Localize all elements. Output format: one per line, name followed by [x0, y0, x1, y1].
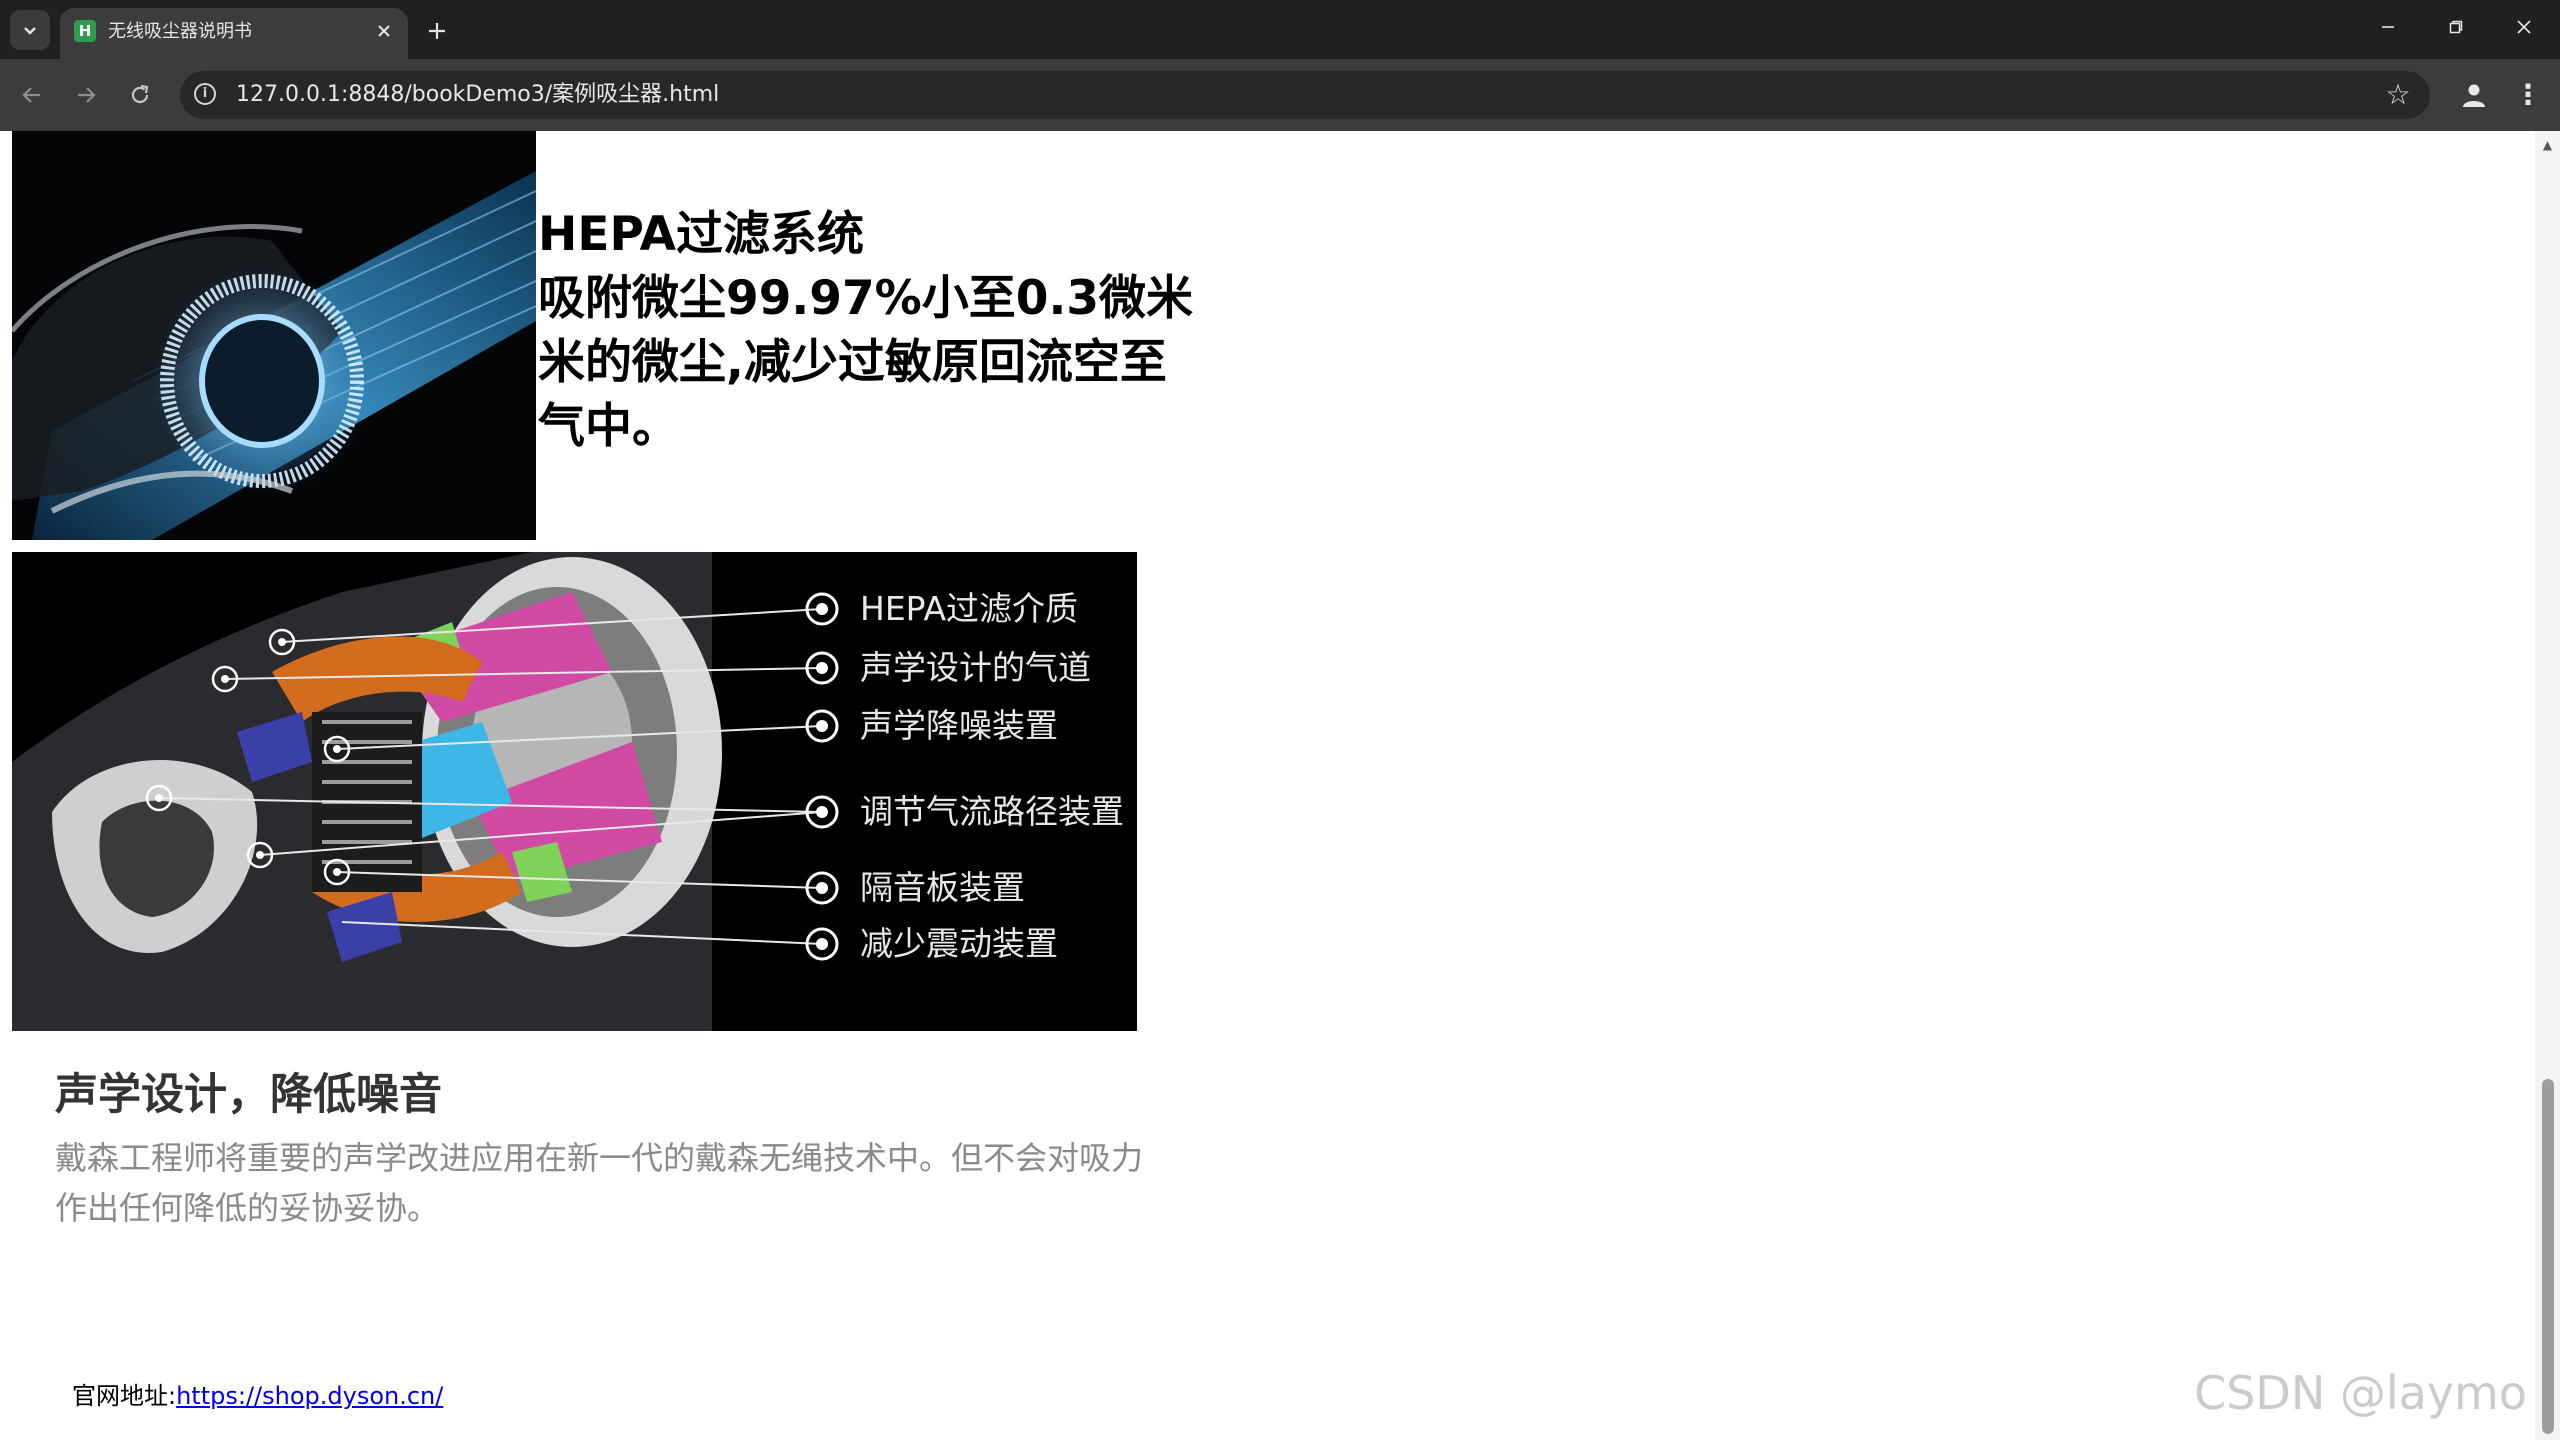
hepa-heading: HEPA过滤系统 吸附微尘99.97%小至0.3微米 米的微尘,减少过敏原回流空… [538, 203, 1198, 459]
url-text[interactable]: 127.0.0.1:8848/bookDemo3/案例吸尘器.html [236, 81, 719, 109]
hepa-heading-line: HEPA过滤系统 [538, 207, 864, 262]
tab-strip: H 无线吸尘器说明书 [0, 0, 2560, 59]
acoustic-section-description: 戴森工程师将重要的声学改进应用在新一代的戴森无绳技术中。但不会对吸力作出任何降低… [55, 1139, 1144, 1227]
profile-avatar-glyph [2463, 84, 2485, 107]
restore-icon [2449, 20, 2463, 34]
callout-airflow-path: 调节气流路径装置 [860, 792, 1124, 831]
new-tab-button[interactable] [418, 12, 456, 50]
callout-sound-baffle: 隔音板装置 [860, 868, 1025, 907]
tab-search-button[interactable] [10, 10, 50, 50]
star-icon[interactable]: ☆ [2382, 79, 2414, 111]
scrollbar-thumb[interactable] [2542, 1079, 2554, 1434]
hepa-filter-image [12, 131, 536, 540]
csdn-watermark: CSDN @laymo [2194, 1366, 2527, 1420]
kebab-menu-icon[interactable]: ⋮ [2510, 77, 2546, 113]
minimize-button[interactable] [2358, 6, 2418, 52]
tab-close-button[interactable] [372, 20, 396, 44]
favicon-icon: H [74, 20, 96, 42]
official-site-label: 官网地址: [72, 1382, 177, 1410]
tab-title: 无线吸尘器说明书 [108, 21, 252, 42]
close-icon [378, 25, 390, 37]
official-site-link[interactable]: https://shop.dyson.cn/ [176, 1382, 443, 1410]
arrow-left-icon [22, 87, 40, 103]
official-site-footer: 官网地址:https://shop.dyson.cn/ [72, 1379, 443, 1413]
browser-toolbar: i 127.0.0.1:8848/bookDemo3/案例吸尘器.html ☆ … [0, 59, 2560, 131]
arrow-right-icon [78, 87, 96, 103]
callout-hepa-media: HEPA过滤介质 [860, 589, 1079, 628]
vertical-scrollbar[interactable]: ▲ [2535, 131, 2560, 1440]
info-icon[interactable]: i [194, 83, 216, 105]
hepa-filter-illustration [12, 131, 536, 540]
callout-noise-reduction: 声学降噪装置 [860, 706, 1058, 745]
reload-icon [131, 84, 149, 104]
callout-acoustic-airway: 声学设计的气道 [860, 648, 1091, 687]
hepa-heading-line: 气中。 [538, 399, 679, 454]
back-button[interactable] [12, 75, 52, 115]
hepa-heading-line: 吸附微尘99.97%小至0.3微米 [538, 271, 1194, 326]
close-window-button[interactable] [2494, 6, 2554, 52]
acoustic-section-title: 声学设计，降低噪音 [55, 1070, 442, 1120]
minimize-icon [2382, 26, 2394, 28]
tab-active[interactable]: H 无线吸尘器说明书 [60, 8, 408, 59]
callout-vibration-reduction: 减少震动装置 [860, 924, 1058, 963]
address-bar[interactable]: i 127.0.0.1:8848/bookDemo3/案例吸尘器.html ☆ [180, 71, 2430, 119]
chevron-down-icon [24, 27, 36, 35]
hepa-heading-line: 米的微尘,减少过敏原回流空至 [538, 335, 1167, 390]
motor-cutaway-image: HEPA过滤介质 声学设计的气道 声学降噪装置 调节气流路径装置 隔音板装置 减… [12, 552, 1137, 1031]
reload-button[interactable] [120, 75, 160, 115]
close-icon [2517, 20, 2531, 34]
restore-button[interactable] [2426, 6, 2486, 52]
person-icon[interactable] [2456, 77, 2492, 113]
page-viewport: HEPA过滤系统 吸附微尘99.97%小至0.3微米 米的微尘,减少过敏原回流空… [0, 131, 2535, 1440]
forward-button[interactable] [66, 75, 106, 115]
scroll-up-arrow-icon[interactable]: ▲ [2535, 135, 2560, 155]
plus-icon [429, 23, 445, 39]
